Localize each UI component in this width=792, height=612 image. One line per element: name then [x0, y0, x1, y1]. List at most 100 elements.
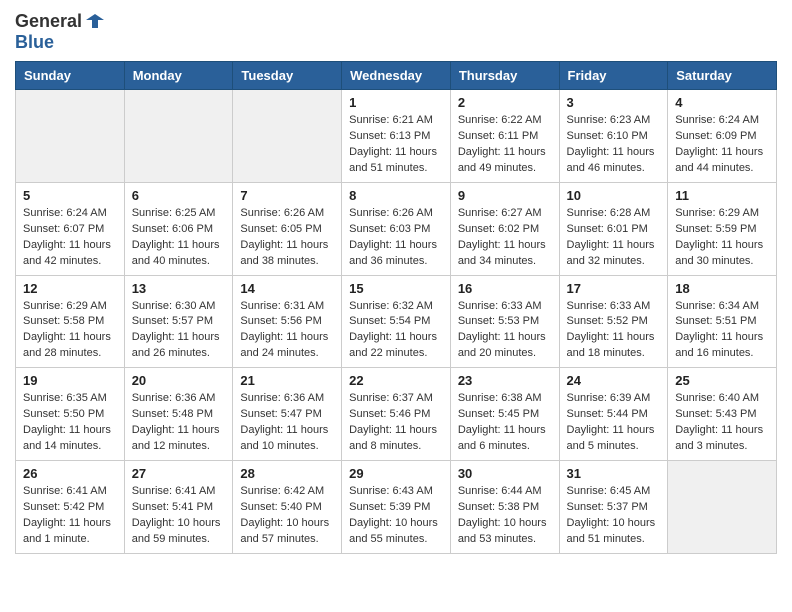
calendar-cell: 14 Sunrise: 6:31 AM Sunset: 5:56 PM Dayli… [233, 275, 342, 368]
day-info: Sunrise: 6:33 AM Sunset: 5:53 PM Dayligh… [458, 299, 552, 363]
day-info: Sunrise: 6:40 AM Sunset: 5:43 PM Dayligh… [675, 391, 769, 455]
logo-bird-icon [84, 10, 106, 32]
calendar-cell: 23 Sunrise: 6:38 AM Sunset: 5:45 PM Dayli… [450, 368, 559, 461]
day-info: Sunrise: 6:41 AM Sunset: 5:42 PM Dayligh… [23, 484, 117, 548]
day-info: Sunrise: 6:27 AM Sunset: 6:02 PM Dayligh… [458, 206, 552, 270]
day-number: 20 [132, 373, 226, 388]
day-number: 15 [349, 281, 443, 296]
calendar-cell: 30Sunrise: 6:44 AM Sunset: 5:38 PM Dayli… [450, 461, 559, 554]
day-number: 5 [23, 188, 117, 203]
day-info: Sunrise: 6:28 AM Sunset: 6:01 PM Dayligh… [567, 206, 661, 270]
calendar-cell [233, 90, 342, 183]
day-info: Sunrise: 6:24 AM Sunset: 6:07 PM Dayligh… [23, 206, 117, 270]
calendar-cell: 10Sunrise: 6:28 AM Sunset: 6:01 PM Dayli… [559, 182, 668, 275]
day-number: 27 [132, 466, 226, 481]
calendar-cell [124, 90, 233, 183]
day-info: Sunrise: 6:31 AM Sunset: 5:56 PM Dayligh… [240, 299, 334, 363]
calendar-cell: 29Sunrise: 6:43 AM Sunset: 5:39 PM Dayli… [342, 461, 451, 554]
calendar-cell: 27 Sunrise: 6:41 AM Sunset: 5:41 PM Dayli… [124, 461, 233, 554]
day-info: Sunrise: 6:26 AM Sunset: 6:05 PM Dayligh… [240, 206, 334, 270]
day-info: Sunrise: 6:30 AM Sunset: 5:57 PM Dayligh… [132, 299, 226, 363]
calendar-cell: 4 Sunrise: 6:24 AM Sunset: 6:09 PM Daylig… [668, 90, 777, 183]
calendar-cell: 11 Sunrise: 6:29 AM Sunset: 5:59 PM Dayli… [668, 182, 777, 275]
calendar-week-row: 1 Sunrise: 6:21 AM Sunset: 6:13 PM Daylig… [16, 90, 777, 183]
calendar-header-monday: Monday [124, 62, 233, 90]
calendar-week-row: 26Sunrise: 6:41 AM Sunset: 5:42 PM Dayli… [16, 461, 777, 554]
day-info: Sunrise: 6:23 AM Sunset: 6:10 PM Dayligh… [567, 113, 661, 177]
day-number: 11 [675, 188, 769, 203]
calendar-header-tuesday: Tuesday [233, 62, 342, 90]
calendar-header-friday: Friday [559, 62, 668, 90]
calendar-cell: 6Sunrise: 6:25 AM Sunset: 6:06 PM Daylig… [124, 182, 233, 275]
logo-general-text: General [15, 11, 82, 32]
day-info: Sunrise: 6:22 AM Sunset: 6:11 PM Dayligh… [458, 113, 552, 177]
day-number: 8 [349, 188, 443, 203]
calendar-header-saturday: Saturday [668, 62, 777, 90]
calendar-cell: 22 Sunrise: 6:37 AM Sunset: 5:46 PM Dayli… [342, 368, 451, 461]
day-number: 9 [458, 188, 552, 203]
calendar-cell: 15Sunrise: 6:32 AM Sunset: 5:54 PM Dayli… [342, 275, 451, 368]
calendar-cell: 7 Sunrise: 6:26 AM Sunset: 6:05 PM Daylig… [233, 182, 342, 275]
day-number: 28 [240, 466, 334, 481]
day-number: 3 [567, 95, 661, 110]
day-info: Sunrise: 6:38 AM Sunset: 5:45 PM Dayligh… [458, 391, 552, 455]
day-info: Sunrise: 6:21 AM Sunset: 6:13 PM Dayligh… [349, 113, 443, 177]
calendar-cell: 17 Sunrise: 6:33 AM Sunset: 5:52 PM Dayli… [559, 275, 668, 368]
calendar-cell: 9 Sunrise: 6:27 AM Sunset: 6:02 PM Daylig… [450, 182, 559, 275]
day-number: 12 [23, 281, 117, 296]
calendar-table: SundayMondayTuesdayWednesdayThursdayFrid… [15, 61, 777, 554]
calendar-cell: 25 Sunrise: 6:40 AM Sunset: 5:43 PM Dayli… [668, 368, 777, 461]
day-number: 21 [240, 373, 334, 388]
logo-blue-text: Blue [15, 32, 54, 52]
calendar-header-sunday: Sunday [16, 62, 125, 90]
day-info: Sunrise: 6:33 AM Sunset: 5:52 PM Dayligh… [567, 299, 661, 363]
calendar-cell: 16 Sunrise: 6:33 AM Sunset: 5:53 PM Dayli… [450, 275, 559, 368]
calendar-header-thursday: Thursday [450, 62, 559, 90]
calendar-week-row: 5 Sunrise: 6:24 AM Sunset: 6:07 PM Daylig… [16, 182, 777, 275]
day-number: 29 [349, 466, 443, 481]
day-info: Sunrise: 6:42 AM Sunset: 5:40 PM Dayligh… [240, 484, 334, 548]
calendar-cell [16, 90, 125, 183]
calendar-cell: 12 Sunrise: 6:29 AM Sunset: 5:58 PM Dayli… [16, 275, 125, 368]
day-number: 4 [675, 95, 769, 110]
calendar-cell: 19Sunrise: 6:35 AM Sunset: 5:50 PM Dayli… [16, 368, 125, 461]
calendar-cell: 3 Sunrise: 6:23 AM Sunset: 6:10 PM Daylig… [559, 90, 668, 183]
day-number: 23 [458, 373, 552, 388]
calendar-cell: 18 Sunrise: 6:34 AM Sunset: 5:51 PM Dayli… [668, 275, 777, 368]
day-number: 16 [458, 281, 552, 296]
calendar-cell: 5 Sunrise: 6:24 AM Sunset: 6:07 PM Daylig… [16, 182, 125, 275]
day-info: Sunrise: 6:34 AM Sunset: 5:51 PM Dayligh… [675, 299, 769, 363]
day-info: Sunrise: 6:41 AM Sunset: 5:41 PM Dayligh… [132, 484, 226, 548]
day-number: 31 [567, 466, 661, 481]
calendar-cell [668, 461, 777, 554]
calendar-header-row: SundayMondayTuesdayWednesdayThursdayFrid… [16, 62, 777, 90]
day-info: Sunrise: 6:24 AM Sunset: 6:09 PM Dayligh… [675, 113, 769, 177]
calendar-cell: 24Sunrise: 6:39 AM Sunset: 5:44 PM Dayli… [559, 368, 668, 461]
calendar-cell: 21 Sunrise: 6:36 AM Sunset: 5:47 PM Dayli… [233, 368, 342, 461]
calendar-cell: 8Sunrise: 6:26 AM Sunset: 6:03 PM Daylig… [342, 182, 451, 275]
day-info: Sunrise: 6:35 AM Sunset: 5:50 PM Dayligh… [23, 391, 117, 455]
day-info: Sunrise: 6:44 AM Sunset: 5:38 PM Dayligh… [458, 484, 552, 548]
day-number: 1 [349, 95, 443, 110]
calendar-cell: 13Sunrise: 6:30 AM Sunset: 5:57 PM Dayli… [124, 275, 233, 368]
day-number: 14 [240, 281, 334, 296]
day-info: Sunrise: 6:29 AM Sunset: 5:59 PM Dayligh… [675, 206, 769, 270]
calendar-cell: 28 Sunrise: 6:42 AM Sunset: 5:40 PM Dayli… [233, 461, 342, 554]
day-number: 17 [567, 281, 661, 296]
day-info: Sunrise: 6:36 AM Sunset: 5:48 PM Dayligh… [132, 391, 226, 455]
day-number: 7 [240, 188, 334, 203]
day-info: Sunrise: 6:37 AM Sunset: 5:46 PM Dayligh… [349, 391, 443, 455]
day-number: 24 [567, 373, 661, 388]
calendar-cell: 2Sunrise: 6:22 AM Sunset: 6:11 PM Daylig… [450, 90, 559, 183]
day-info: Sunrise: 6:29 AM Sunset: 5:58 PM Dayligh… [23, 299, 117, 363]
calendar-header-wednesday: Wednesday [342, 62, 451, 90]
day-number: 25 [675, 373, 769, 388]
calendar-cell: 20 Sunrise: 6:36 AM Sunset: 5:48 PM Dayli… [124, 368, 233, 461]
calendar-cell: 31Sunrise: 6:45 AM Sunset: 5:37 PM Dayli… [559, 461, 668, 554]
day-number: 6 [132, 188, 226, 203]
header: General Blue [15, 10, 777, 53]
day-info: Sunrise: 6:36 AM Sunset: 5:47 PM Dayligh… [240, 391, 334, 455]
day-number: 22 [349, 373, 443, 388]
day-number: 18 [675, 281, 769, 296]
logo: General Blue [15, 10, 106, 53]
